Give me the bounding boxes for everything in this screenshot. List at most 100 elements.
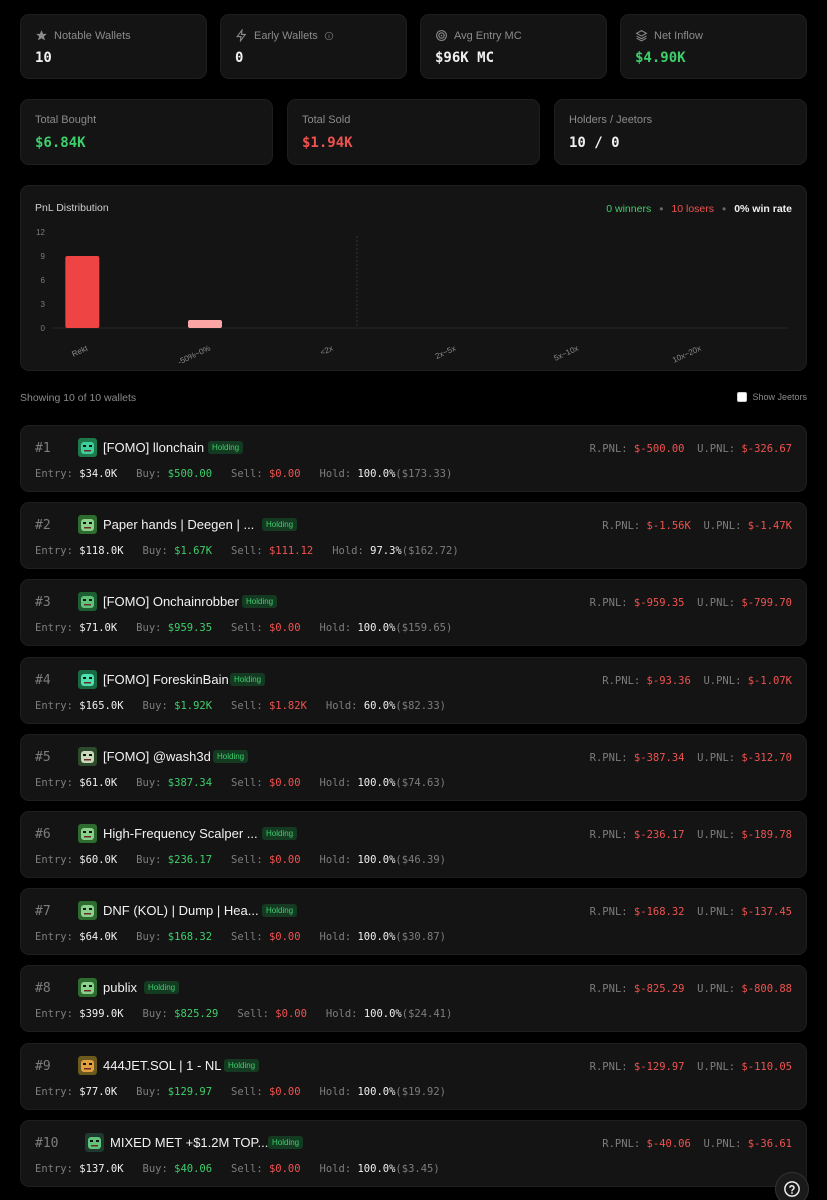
buy-label: Buy: — [136, 854, 162, 866]
upnl-label: U.PNL: — [703, 675, 742, 687]
hold-label: Hold: — [319, 468, 352, 480]
wallet-stats: Entry: $64.0K Buy: $168.32 Sell: $0.00 H… — [35, 931, 446, 943]
rpnl-value: $-129.97 — [633, 1061, 685, 1073]
rpnl-value: $-168.32 — [633, 906, 685, 918]
help-button[interactable] — [775, 1172, 809, 1200]
win-rate: 0% win rate — [734, 203, 792, 215]
upnl-label: U.PNL: — [697, 752, 736, 764]
hold-usd-value: ($82.33) — [395, 700, 446, 712]
holding-badge: Holding — [144, 981, 180, 994]
wallet-row[interactable]: #1 [FOMO] llonchain Holding R.PNL: $-500.00… — [20, 425, 807, 492]
stat-label: Avg Entry MC — [454, 29, 522, 42]
wallet-pnl: R.PNL: $-129.97 U.PNL: $-110.05 — [590, 1061, 792, 1073]
buy-label: Buy: — [136, 622, 162, 634]
holding-badge: Holding — [208, 441, 244, 454]
buy-value: $1.92K — [174, 700, 213, 712]
upnl-label: U.PNL: — [703, 520, 742, 532]
entry-label: Entry: — [35, 777, 73, 789]
hold-usd-value: ($24.41) — [401, 1008, 453, 1020]
rpnl-label: R.PNL: — [589, 752, 628, 764]
wallet-row[interactable]: #7 DNF (KOL) | Dump | Hea... Holding R.PNL:… — [20, 888, 807, 955]
wallet-name[interactable]: 444JET.SOL | 1 - NL — [103, 1058, 222, 1073]
holding-badge: Holding — [262, 518, 298, 531]
wallet-name[interactable]: publix — [103, 980, 137, 995]
wallet-stats: Entry: $60.0K Buy: $236.17 Sell: $0.00 H… — [35, 854, 446, 866]
bar--50%~0%[interactable] — [188, 320, 222, 328]
wallet-row[interactable]: #4 [FOMO] ForeskinBain Holding R.PNL: $-93.… — [20, 657, 807, 724]
wallet-row[interactable]: #6 High-Frequency Scalper ... Holding R.PNL… — [20, 811, 807, 878]
buy-value: $500.00 — [167, 468, 213, 480]
rpnl-value: $-387.34 — [633, 752, 685, 764]
sell-value: $0.00 — [268, 468, 301, 480]
show-jeetors-toggle[interactable]: Show Jeetors — [737, 392, 807, 402]
buy-value: $825.29 — [174, 1008, 219, 1020]
entry-value: $137.0K — [79, 1163, 124, 1175]
sell-value: $0.00 — [275, 1008, 307, 1020]
rpnl-value: $-236.17 — [633, 829, 685, 841]
sell-value: $0.00 — [268, 1086, 301, 1098]
hold-value: 100.0% — [357, 777, 396, 789]
wallet-name[interactable]: [FOMO] Onchainrobber — [103, 594, 239, 609]
wallet-stats: Entry: $77.0K Buy: $129.97 Sell: $0.00 H… — [35, 1086, 446, 1098]
hold-label: Hold: — [325, 1008, 358, 1020]
wallet-rank: #10 — [35, 1136, 59, 1151]
hold-label: Hold: — [319, 622, 352, 634]
buy-value: $1.67K — [174, 545, 213, 557]
sell-label: Sell: — [231, 468, 263, 480]
stat-card-total-sold: Total Sold $1.94K — [287, 99, 540, 165]
hold-usd-value: ($19.92) — [395, 1086, 446, 1098]
wallet-avatar — [78, 670, 97, 689]
stat-label: Total Bought — [35, 114, 97, 126]
wallet-row[interactable]: #2 Paper hands | Deegen | ... Holding R.PNL… — [20, 502, 807, 569]
rpnl-label: R.PNL: — [602, 1138, 641, 1150]
wallet-row[interactable]: #3 [FOMO] Onchainrobber Holding R.PNL: $-95… — [20, 579, 807, 646]
hold-usd-value: ($173.33) — [395, 468, 453, 480]
sell-value: $0.00 — [268, 931, 301, 943]
info-icon[interactable] — [324, 31, 334, 41]
wallet-row[interactable]: #10 MIXED MET +$1.2M TOP... Holding R.PNL: … — [20, 1120, 807, 1187]
wallet-pnl: R.PNL: $-1.56K U.PNL: $-1.47K — [602, 520, 792, 532]
entry-label: Entry: — [35, 1163, 73, 1175]
pnl-bar-chart: 12 9 6 3 0 Rekt -50%~0% <2x 2x~5x 5x~10x 10x~20x — [36, 228, 788, 367]
wallet-name[interactable]: DNF (KOL) | Dump | Hea... — [103, 903, 259, 918]
wallet-name[interactable]: High-Frequency Scalper ... — [103, 826, 258, 841]
wallet-name[interactable]: [FOMO] @wash3d — [103, 749, 211, 764]
wallet-row[interactable]: #9 444JET.SOL | 1 - NL Holding R.PNL: $-129… — [20, 1043, 807, 1110]
upnl-label: U.PNL: — [697, 443, 736, 455]
wallet-row[interactable]: #5 [FOMO] @wash3d Holding R.PNL: $-387.34 U… — [20, 734, 807, 801]
wallet-name[interactable]: [FOMO] ForeskinBain — [103, 672, 229, 687]
layers-icon — [635, 30, 648, 42]
stat-card-notable-wallets: Notable Wallets 10 — [20, 14, 207, 79]
entry-value: $118.0K — [79, 545, 124, 557]
entry-value: $34.0K — [79, 468, 118, 480]
hold-label: Hold: — [319, 931, 352, 943]
wallet-row[interactable]: #8 publix Holding R.PNL: $-825.29 U.PNL: $-… — [20, 965, 807, 1032]
show-jeetors-checkbox[interactable] — [737, 392, 748, 402]
hold-value: 100.0% — [357, 622, 396, 634]
bar-Rekt[interactable] — [65, 256, 100, 328]
y-tick-label: 6 — [41, 276, 46, 285]
wallet-name[interactable]: [FOMO] llonchain — [103, 440, 204, 455]
buy-label: Buy: — [136, 468, 162, 480]
hold-value: 100.0% — [363, 1008, 402, 1020]
sell-value: $0.00 — [268, 622, 301, 634]
wallet-avatar — [78, 592, 97, 611]
upnl-value: $-1.47K — [747, 520, 792, 532]
wallet-name[interactable]: MIXED MET +$1.2M TOP... — [110, 1135, 268, 1150]
buy-label: Buy: — [142, 1163, 168, 1175]
upnl-value: $-799.70 — [741, 597, 792, 609]
buy-value: $40.06 — [174, 1163, 213, 1175]
x-tick-label: 2x~5x — [434, 344, 457, 361]
rpnl-label: R.PNL: — [589, 1061, 628, 1073]
rpnl-value: $-40.06 — [646, 1138, 691, 1150]
wallet-name[interactable]: Paper hands | Deegen | ... — [103, 517, 254, 532]
entry-label: Entry: — [35, 622, 73, 634]
entry-value: $64.0K — [79, 931, 118, 943]
stat-value: 10 — [35, 50, 52, 66]
hold-label: Hold: — [319, 777, 352, 789]
stat-label: Net Inflow — [654, 29, 703, 42]
hold-value: 100.0% — [357, 854, 396, 866]
target-icon — [436, 30, 447, 41]
rpnl-label: R.PNL: — [602, 520, 641, 532]
wallet-pnl: R.PNL: $-387.34 U.PNL: $-312.70 — [590, 752, 792, 764]
